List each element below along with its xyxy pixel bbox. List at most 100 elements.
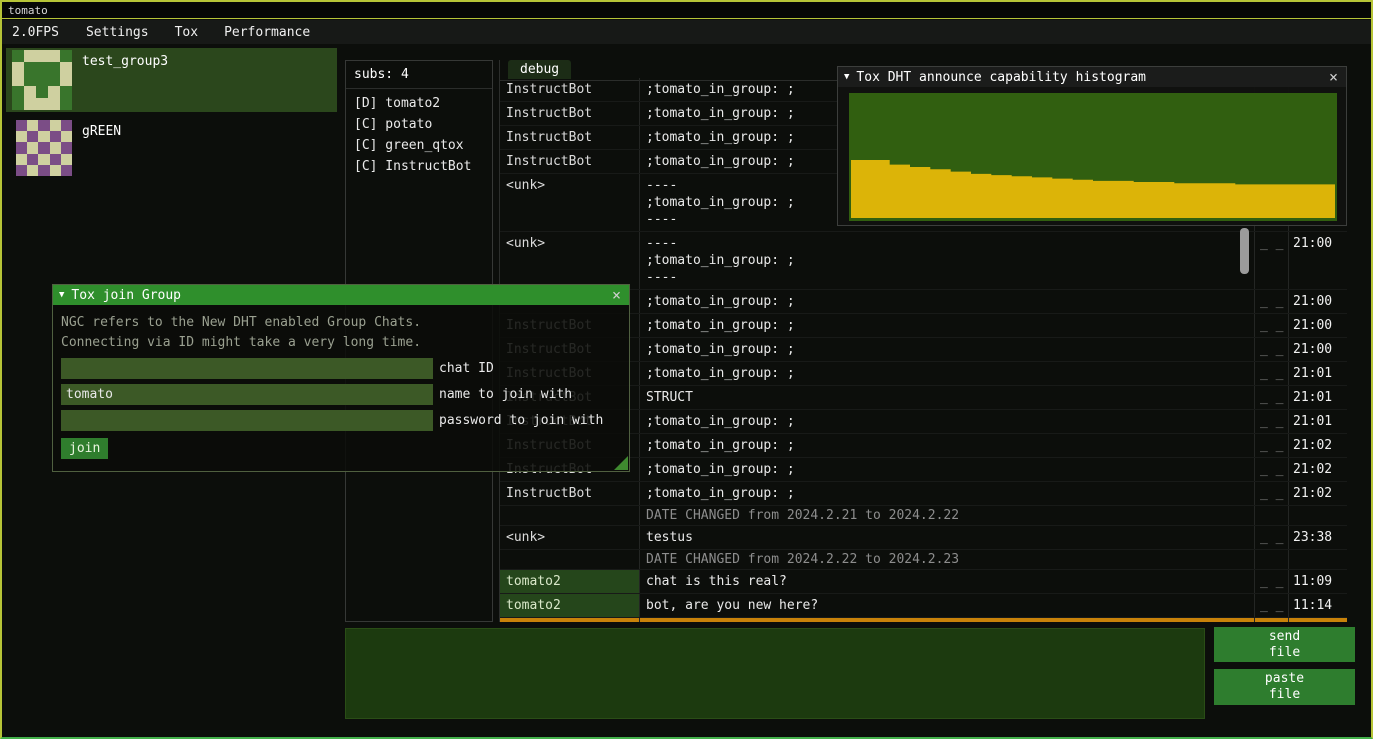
chat-cell-flags: _ _ [1255,434,1289,457]
chat-cell-time [1289,506,1347,525]
chat-cell-flags: _ _ [1255,526,1289,549]
chat-cell-name: InstructBot [500,618,640,622]
chat-cell-msg: ;tomato_in_group: ; [640,434,1255,457]
chat-cell-name: InstructBot [500,78,640,101]
chat-cell-time: 21:00 [1289,314,1347,337]
histogram-plot [849,93,1337,221]
titlebar: tomato [2,2,1371,19]
menu-tox[interactable]: Tox [162,25,211,40]
chat-cell-name: tomato2 [500,570,640,593]
chat-cell-time: 21:01 [1289,410,1347,433]
chat-cell-msg: ;tomato_in_group: ; [640,458,1255,481]
chat-cell-msg: No, I've been in this group for quite so… [640,618,1255,622]
subs-member[interactable]: [C] green_qtox [346,135,492,156]
histogram-window-titlebar[interactable]: ▼ Tox DHT announce capability histogram … [838,67,1346,87]
chat-cell-name: tomato2 [500,594,640,617]
subs-member[interactable]: [D] tomato2 [346,93,492,114]
chat-cell-flags: _ _ [1255,570,1289,593]
group-item-test_group3[interactable]: test_group3 [6,48,337,112]
chat-cell-name: InstructBot [500,482,640,505]
chat-cell-flags: _ _ [1255,290,1289,313]
send-file-button[interactable]: send file [1214,627,1355,662]
histogram-window-title: Tox DHT announce capability histogram [856,70,1327,85]
close-icon[interactable]: × [1327,68,1340,86]
chat-cell-msg: testus [640,526,1255,549]
chat-cell-msg: ;tomato_in_group: ; [640,338,1255,361]
collapse-icon[interactable]: ▼ [844,72,849,82]
chat-cell-msg: STRUCT [640,386,1255,409]
chat-cell-msg: ;tomato_in_group: ; [640,482,1255,505]
chat-cell-flags: _ _ [1255,594,1289,617]
chat-cell-time: 21:02 [1289,482,1347,505]
subs-member[interactable]: [C] InstructBot [346,156,492,177]
chat-cell-msg: chat is this real? [640,570,1255,593]
chat-cell-time: 21:01 [1289,362,1347,385]
chat-cell-time: 21:00 [1289,232,1347,289]
menubar: 2.0FPS Settings Tox Performance [2,20,1371,44]
chat-cell-name: <unk> [500,526,640,549]
chat-row[interactable]: DATE CHANGED from 2024.2.21 to 2024.2.22 [500,506,1347,526]
join-group-window: ▼ Tox join Group × NGC refers to the New… [52,284,630,472]
chat-row[interactable]: tomato2bot, are you new here?_ _11:14 [500,594,1347,618]
chat-cell-msg: ---- ;tomato_in_group: ; ---- [640,232,1255,289]
chat-cell-time: 21:02 [1289,458,1347,481]
fps-counter: 2.0FPS [2,25,73,40]
menu-settings[interactable]: Settings [73,25,162,40]
chat-cell-msg: ;tomato_in_group: ; [640,410,1255,433]
chat-row[interactable]: tomato2chat is this real?_ _11:09 [500,570,1347,594]
group-avatar [16,120,72,176]
chat-cell-name [500,506,640,525]
subs-title: subs: 4 [346,61,492,86]
close-icon[interactable]: × [610,286,623,304]
menu-performance[interactable]: Performance [211,25,323,40]
chat-row[interactable]: <unk>---- ;tomato_in_group: ; ----_ _21:… [500,232,1347,290]
histogram-area [851,160,1335,218]
subs-member-list: [D] tomato2[C] potato[C] green_qtox[C] I… [346,93,492,177]
chat-cell-name: InstructBot [500,102,640,125]
chat-cell-time: 21:01 [1289,386,1347,409]
chat-row[interactable]: DATE CHANGED from 2024.2.22 to 2024.2.23 [500,550,1347,570]
window-title: tomato [8,4,48,17]
chat-cell-msg: bot, are you new here? [640,594,1255,617]
chat-cell-flags: _ _ [1255,362,1289,385]
join-name-input[interactable] [61,384,433,405]
chat-cell-msg: DATE CHANGED from 2024.2.22 to 2024.2.23 [640,550,1255,569]
collapse-icon[interactable]: ▼ [59,290,64,300]
chat-cell-time: 11:15 [1289,618,1347,622]
join-window-titlebar[interactable]: ▼ Tox join Group × [53,285,629,305]
message-input[interactable] [345,628,1205,719]
chat-cell-time: 23:38 [1289,526,1347,549]
chat-cell-flags: _ _ [1255,458,1289,481]
chat-cell-name: <unk> [500,232,640,289]
chat-cell-time: 11:09 [1289,570,1347,593]
chat-id-input[interactable] [61,358,433,379]
chat-cell-flags: _ _ [1255,314,1289,337]
resize-grip[interactable] [614,456,628,470]
chat-cell-name: <unk> [500,174,640,231]
chat-cell-msg: ;tomato_in_group: ; [640,362,1255,385]
chat-scrollbar[interactable] [1240,228,1249,274]
chat-row[interactable]: InstructBot;tomato_in_group: ;_ _21:02 [500,482,1347,506]
chat-cell-name: InstructBot [500,150,640,173]
join-password-input[interactable] [61,410,433,431]
chat-row[interactable]: <unk>testus_ _23:38 [500,526,1347,550]
paste-file-button[interactable]: paste file [1214,669,1355,705]
chat-cell-msg: ;tomato_in_group: ; [640,314,1255,337]
chat-row[interactable]: InstructBotNo, I've been in this group f… [500,618,1347,622]
chat-cell-time [1289,550,1347,569]
subs-member[interactable]: [C] potato [346,114,492,135]
join-info-line: Connecting via ID might take a very long… [61,333,621,353]
join-button[interactable]: join [61,438,108,459]
tab-debug[interactable]: debug [508,60,571,79]
subs-separator [346,88,492,89]
chat-cell-name [500,550,640,569]
chat-cell-flags: _ _ [1255,386,1289,409]
chat-cell-time: 21:00 [1289,290,1347,313]
chat-cell-time: 21:00 [1289,338,1347,361]
chat-cell-flags [1255,550,1289,569]
histogram-window-body [838,87,1346,225]
chat-cell-time: 21:02 [1289,434,1347,457]
group-item-green[interactable]: gREEN [6,116,337,180]
field-label: name to join with [439,387,572,402]
chat-cell-msg: ;tomato_in_group: ; [640,290,1255,313]
